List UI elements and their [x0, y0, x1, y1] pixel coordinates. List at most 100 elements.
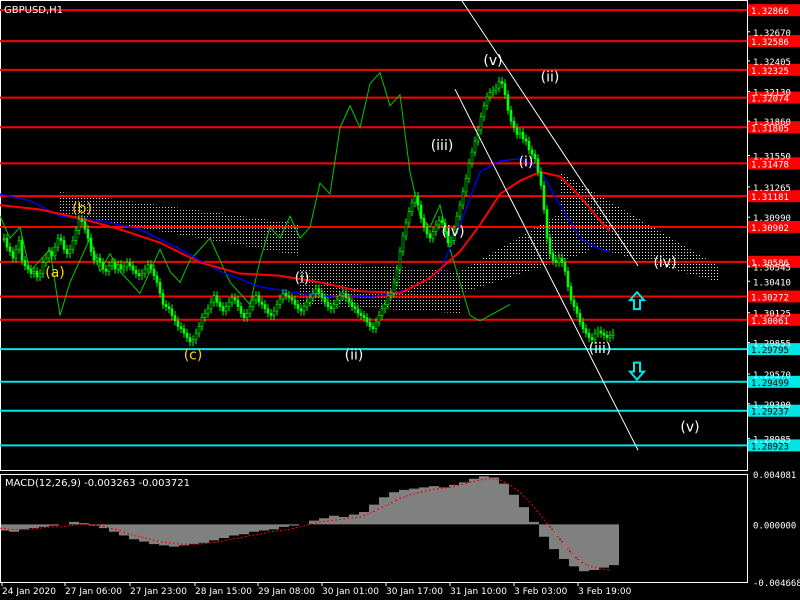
candle-body-76 — [230, 297, 234, 303]
candle-body-194 — [584, 328, 588, 334]
candle-body-189 — [569, 286, 573, 301]
candle-body-184 — [554, 259, 558, 263]
candle-body-39 — [119, 264, 123, 270]
candle-body-38 — [116, 264, 120, 270]
wave-label-7: (v) — [483, 53, 502, 69]
price-tick-label-3: 1.31860 — [753, 118, 791, 128]
candle-body-10 — [32, 271, 36, 274]
candle-body-177 — [533, 154, 537, 160]
price-tick-label-12: 1.29300 — [753, 401, 791, 411]
candle-body-99 — [299, 308, 303, 312]
candle-body-98 — [296, 304, 300, 310]
candle-body-112 — [338, 295, 342, 301]
arrow-up-icon — [627, 290, 647, 311]
price-tick-label-9: 1.30125 — [753, 310, 791, 320]
time-tick-label-5: 30 Jan 01:00 — [322, 587, 379, 597]
candle-body-53 — [161, 293, 165, 305]
candle-body-107 — [323, 297, 327, 303]
candle-body-172 — [518, 131, 522, 135]
candle-body-80 — [242, 312, 246, 318]
candle-body-35 — [107, 265, 111, 272]
candle-body-79 — [239, 306, 243, 314]
candle-body-94 — [284, 293, 288, 296]
candle-body-86 — [260, 301, 264, 305]
price-tick-label-4: 1.31550 — [753, 152, 791, 162]
wave-label-10: (iii) — [589, 341, 612, 357]
gbpusd-chart[interactable]: 1.328661.325861.323251.320741.318051.314… — [0, 0, 800, 600]
candle-body-71 — [215, 295, 219, 303]
candle-body-169 — [509, 109, 513, 122]
candle-body-183 — [551, 253, 555, 261]
candle-body-81 — [245, 312, 249, 318]
candle-body-58 — [176, 320, 180, 327]
candle-body-196 — [590, 337, 594, 341]
candle-body-46 — [140, 273, 144, 277]
candle-body-105 — [317, 288, 321, 294]
candle-body-146 — [440, 220, 444, 224]
price-tick-label-1: 1.32405 — [753, 58, 791, 68]
chart-title: GBPUSD,H1 — [4, 5, 63, 16]
candle-body-180 — [542, 184, 546, 210]
resistance-price-label-1: 1.32586 — [751, 38, 789, 48]
candle-body-52 — [158, 282, 162, 294]
candle-body-17 — [53, 246, 57, 257]
candle-body-72 — [218, 301, 222, 307]
candle-body-59 — [179, 326, 183, 330]
resistance-price-label-9: 1.30272 — [751, 293, 789, 303]
horizontal-levels[interactable]: 1.328661.325861.323251.320741.318051.314… — [0, 4, 800, 452]
candle-body-54 — [164, 304, 168, 307]
candle-body-14 — [44, 257, 48, 263]
time-tick-label-0: 24 Jan 2020 — [2, 587, 56, 597]
candle-body-6 — [20, 240, 24, 261]
candle-body-187 — [563, 262, 567, 272]
macd-tick-label-1: 0.000000 — [753, 521, 796, 531]
candle-body-32 — [98, 257, 102, 263]
candle-body-192 — [578, 312, 582, 323]
candle-body-18 — [56, 237, 60, 248]
price-tick-label-10: 1.29855 — [753, 340, 791, 350]
candle-body-15 — [47, 251, 51, 259]
candle-body-123 — [371, 326, 375, 330]
candle-body-55 — [167, 306, 171, 310]
candle-body-141 — [425, 226, 429, 235]
candle-body-181 — [545, 209, 549, 239]
candle-body-170 — [512, 120, 516, 129]
candle-body-92 — [278, 298, 282, 305]
candle-body-144 — [434, 224, 438, 232]
candle-body-110 — [332, 304, 336, 310]
candle-body-34 — [104, 268, 108, 272]
candle-body-128 — [386, 295, 390, 305]
time-tick-label-1: 27 Jan 06:00 — [65, 587, 122, 597]
candle-body-7 — [23, 259, 27, 267]
candle-body-56 — [170, 308, 174, 316]
candle-body-152 — [458, 204, 462, 217]
candle-body-61 — [185, 332, 189, 338]
candle-body-78 — [236, 299, 240, 307]
time-axis: 24 Jan 2020 27 Jan 06:00 27 Jan 23:00 28 Ja… — [1, 582, 632, 597]
candle-body-188 — [566, 271, 570, 288]
candle-body-134 — [404, 222, 408, 237]
candle-body-3 — [11, 251, 15, 259]
candle-body-97 — [293, 299, 297, 305]
wave-label-0: (a) — [45, 265, 65, 281]
candle-body-90 — [272, 310, 276, 316]
candle-body-143 — [431, 231, 435, 239]
candle-body-29 — [89, 237, 93, 252]
candle-body-47 — [143, 268, 147, 274]
candle-body-116 — [350, 301, 354, 307]
candle-body-69 — [209, 301, 213, 310]
candle-body-139 — [419, 204, 423, 219]
candle-body-191 — [575, 306, 579, 314]
candle-body-122 — [368, 321, 372, 327]
candle-body-12 — [38, 273, 42, 278]
candle-body-95 — [287, 295, 291, 299]
resistance-price-label-7: 1.30902 — [751, 224, 789, 234]
candle-body-49 — [149, 264, 153, 270]
wave-label-1: (b) — [72, 201, 92, 217]
arrow-down-icon — [627, 361, 647, 382]
candle-body-108 — [326, 301, 330, 307]
candle-body-45 — [137, 273, 141, 277]
candle-body-161 — [485, 96, 489, 107]
candle-body-5 — [17, 240, 21, 250]
candle-body-103 — [311, 293, 315, 299]
